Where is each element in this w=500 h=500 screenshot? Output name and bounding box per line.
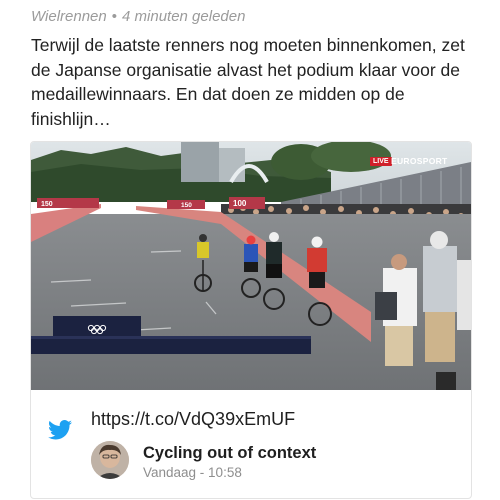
category-label[interactable]: Wielrennen	[31, 8, 107, 25]
twitter-bird-icon	[48, 420, 72, 445]
tweet-link[interactable]: https://t.co/VdQ39xEmUF	[91, 409, 295, 430]
tweet-footer: https://t.co/VdQ39xEmUF Cycling out of c…	[31, 391, 471, 498]
tweet-embed-card[interactable]: 150 150 100 LIVE EUROSPORT https://t.co/…	[30, 141, 472, 499]
distance-banner-middle: 150	[181, 202, 192, 209]
video-thumbnail[interactable]: 150 150 100 LIVE EUROSPORT	[31, 142, 471, 390]
distance-banner-left: 150	[41, 201, 53, 208]
distance-banner-right: 100	[233, 199, 247, 208]
broadcaster-logo: EUROSPORT	[391, 156, 448, 166]
live-badge: LIVE	[370, 157, 392, 166]
author-name[interactable]: Cycling out of context	[143, 444, 316, 463]
race-finish-scene: 150 150 100	[31, 142, 471, 390]
post-text: Terwijl de laatste renners nog moeten bi…	[31, 35, 465, 129]
post-meta: Wielrennen • 4 minuten geleden	[31, 8, 245, 25]
time-ago: 4 minuten geleden	[122, 8, 246, 25]
author-avatar[interactable]	[91, 441, 129, 479]
meta-separator: •	[111, 8, 118, 25]
tweet-timestamp: Vandaag - 10:58	[143, 465, 242, 480]
